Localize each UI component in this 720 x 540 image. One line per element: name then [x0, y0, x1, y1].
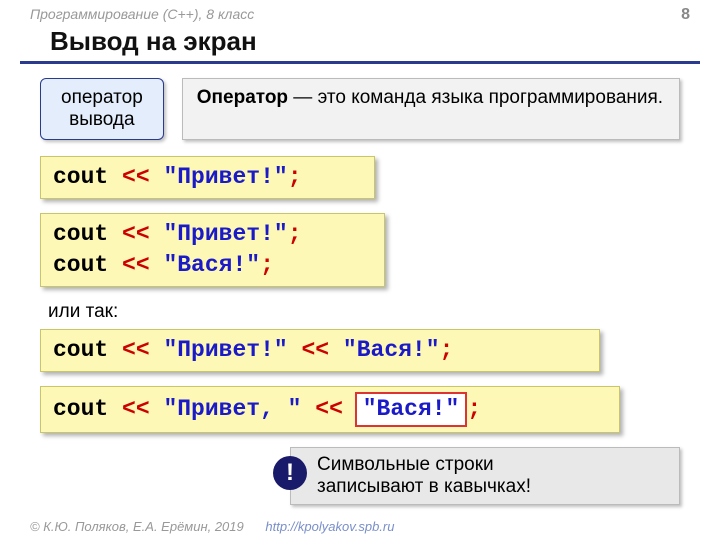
footer-url: http://kpolyakov.spb.ru	[265, 519, 394, 534]
code-block-2: cout << "Привет!"; cout << "Вася!";	[40, 213, 385, 287]
code-block-3: cout << "Привет!" << "Вася!";	[40, 329, 600, 372]
semi: ;	[440, 337, 454, 363]
code-block-1: cout << "Привет!";	[40, 156, 375, 199]
note-line2: записывают в кавычках!	[317, 476, 665, 498]
intro-row: оператор вывода Оператор — это команда я…	[0, 78, 720, 140]
semi: ;	[260, 252, 274, 278]
semi: ;	[467, 396, 481, 422]
op: <<	[122, 252, 150, 278]
kw: cout	[53, 221, 108, 247]
op: <<	[122, 221, 150, 247]
copyright: © К.Ю. Поляков, Е.А. Ерёмин, 2019	[30, 519, 244, 534]
course-label: Программирование (C++), 8 класс	[30, 6, 254, 24]
definition-term: Оператор	[197, 87, 288, 108]
callout-line2: вывода	[61, 109, 143, 131]
semi: ;	[288, 164, 302, 190]
str: "Вася!"	[343, 337, 440, 363]
note-row: ! Символьные строки записывают в кавычка…	[0, 447, 680, 505]
definition-box: Оператор — это команда языка программиро…	[182, 78, 680, 140]
op: <<	[302, 337, 330, 363]
code-block-4: cout << "Привет, " << "Вася!";	[40, 386, 620, 433]
kw: cout	[53, 164, 108, 190]
op: <<	[122, 164, 150, 190]
str: "Привет, "	[163, 396, 301, 422]
note-box: ! Символьные строки записывают в кавычка…	[290, 447, 680, 505]
kw: cout	[53, 396, 108, 422]
exclamation-icon: !	[273, 456, 307, 490]
kw: cout	[53, 337, 108, 363]
op: <<	[315, 396, 343, 422]
str: "Привет!"	[163, 164, 287, 190]
page-title: Вывод на экран	[20, 26, 700, 64]
str: "Привет!"	[163, 337, 287, 363]
semi: ;	[288, 221, 302, 247]
header: Программирование (C++), 8 класс 8	[0, 0, 720, 26]
page-number: 8	[681, 6, 690, 24]
str: "Привет!"	[163, 221, 287, 247]
note-line1: Символьные строки	[317, 454, 665, 476]
definition-rest: — это команда языка программирования.	[288, 87, 663, 108]
hl-str: "Вася!"	[363, 396, 460, 422]
op: <<	[122, 337, 150, 363]
highlight-box: "Вася!"	[355, 392, 468, 427]
callout-line1: оператор	[61, 87, 143, 109]
footer: © К.Ю. Поляков, Е.А. Ерёмин, 2019 http:/…	[30, 519, 394, 534]
callout-operator: оператор вывода	[40, 78, 164, 140]
or-label: или так:	[0, 301, 720, 329]
kw: cout	[53, 252, 108, 278]
op: <<	[122, 396, 150, 422]
str: "Вася!"	[163, 252, 260, 278]
